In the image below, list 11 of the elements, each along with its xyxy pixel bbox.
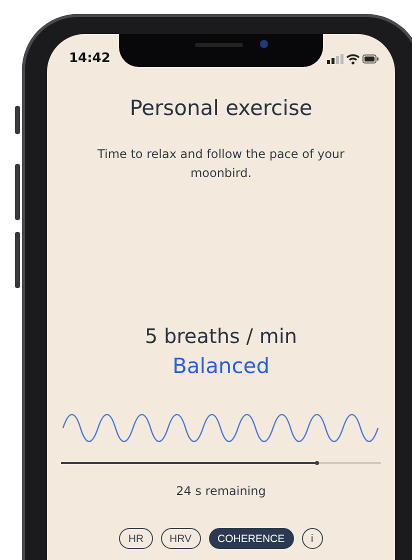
metric-tab[interactable]: COHERENCE [208, 528, 294, 549]
screen-title: Personal exercise [130, 96, 312, 120]
pace-text: 5 breaths / min [144, 324, 298, 348]
remaining-text: 24 s remaining [176, 484, 266, 498]
status-icons [327, 52, 379, 64]
mode-text: Balanced [172, 354, 270, 378]
status-time: 14:42 [69, 51, 110, 66]
metric-tab[interactable]: HR [119, 528, 153, 549]
metric-tab[interactable]: HRV [160, 528, 201, 549]
info-button[interactable]: i [302, 528, 323, 549]
instruction-text: Time to relax and follow the pace of your moonbird. [96, 146, 346, 182]
